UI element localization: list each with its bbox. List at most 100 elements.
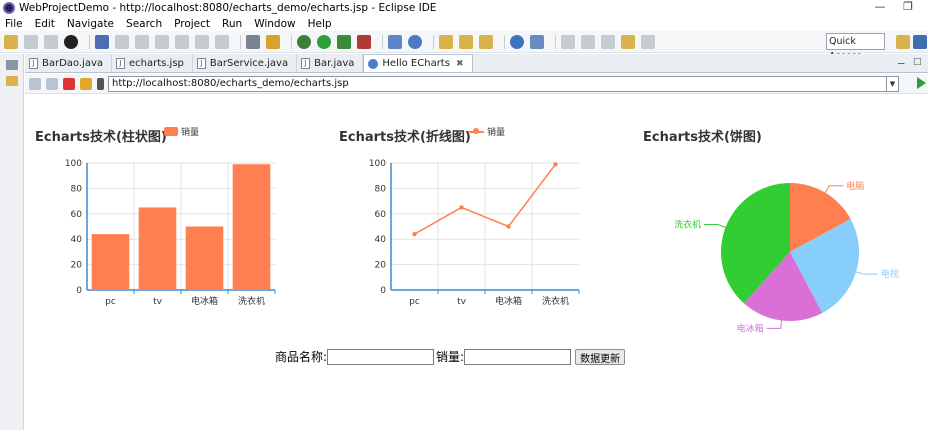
stop-icon[interactable] — [63, 77, 75, 90]
new-server-icon[interactable] — [388, 34, 402, 49]
line-chart-title: Echarts技术(折线图) — [339, 130, 471, 145]
tab-label: BarService.java — [209, 57, 289, 69]
debug-icon[interactable] — [297, 34, 311, 49]
legend-line-symbol — [468, 127, 484, 134]
menu-search[interactable]: Search — [126, 18, 162, 30]
chevron-down-icon[interactable] — [97, 77, 104, 90]
update-data-button[interactable]: 数据更新 — [575, 348, 626, 365]
y-tick-label: 0 — [380, 286, 386, 296]
url-input[interactable]: http://localhost:8080/echarts_demo/echar… — [108, 76, 887, 92]
pie-label: 洗衣机 — [674, 218, 701, 230]
open-perspective-icon[interactable] — [896, 35, 910, 49]
bar-legend[interactable]: 销量 — [164, 125, 199, 138]
step-into-icon[interactable] — [175, 34, 189, 49]
coverage-icon[interactable] — [337, 34, 351, 49]
forward-arrow-icon[interactable] — [46, 77, 58, 90]
tab-echarts-jsp[interactable]: J echarts.jsp — [112, 54, 193, 72]
save-all-icon[interactable] — [44, 34, 58, 49]
menu-edit[interactable]: Edit — [35, 18, 55, 30]
bar — [232, 164, 271, 290]
open-type-icon[interactable] — [439, 34, 453, 49]
pie-label-line — [704, 223, 726, 228]
project-explorer-icon[interactable] — [5, 76, 18, 86]
terminate-icon[interactable] — [155, 34, 169, 49]
x-tick-label: 洗衣机 — [542, 295, 569, 307]
x-tick-label: 洗衣机 — [238, 295, 265, 307]
product-name-input[interactable] — [327, 348, 435, 365]
menu-run[interactable]: Run — [222, 18, 242, 30]
step-over-icon[interactable] — [195, 34, 209, 49]
x-tick-label: 电冰箱 — [495, 295, 522, 307]
maximize-editor-icon[interactable]: □ — [913, 57, 922, 67]
editor-tab-bar: J BarDao.java J echarts.jsp J BarService… — [25, 54, 928, 73]
globe-icon[interactable] — [510, 34, 524, 49]
toolbar-separator — [433, 34, 434, 49]
java-file-icon: J — [196, 57, 206, 69]
y-tick-label: 40 — [375, 235, 387, 245]
wand-icon[interactable] — [266, 34, 280, 49]
pie-label-line — [855, 271, 878, 275]
pen-icon[interactable] — [479, 34, 493, 49]
x-tick-label: tv — [153, 297, 163, 307]
back-arrow-icon[interactable] — [29, 77, 41, 90]
pie-label-line — [824, 185, 844, 193]
pie-label: 电冰箱 — [737, 322, 764, 334]
menu-bar: File Edit Navigate Search Project Run Wi… — [0, 16, 928, 31]
menu-navigate[interactable]: Navigate — [67, 18, 114, 30]
run-icon[interactable] — [317, 34, 331, 49]
tab-barservice-java[interactable]: J BarService.java — [193, 54, 298, 72]
last-edit-icon[interactable] — [601, 34, 615, 49]
format-icon[interactable] — [246, 34, 260, 49]
step-return-icon[interactable] — [215, 34, 229, 49]
close-tab-icon[interactable]: ✖ — [456, 59, 464, 69]
sales-input[interactable] — [464, 348, 572, 365]
update-form: 商品名称: 销量: 数据更新 — [275, 348, 626, 365]
refresh-icon[interactable] — [80, 77, 92, 90]
search-icon[interactable] — [530, 34, 544, 49]
previous-annotation-icon[interactable] — [581, 34, 595, 49]
tab-bar-java[interactable]: J Bar.java — [297, 54, 364, 72]
restore-view-icon[interactable] — [5, 60, 18, 70]
y-tick-label: 100 — [65, 159, 82, 169]
next-annotation-icon[interactable] — [561, 34, 575, 49]
y-tick-label: 100 — [369, 159, 386, 169]
java-file-icon: J — [29, 57, 38, 69]
external-tools-icon[interactable] — [357, 34, 371, 49]
new-icon[interactable] — [4, 34, 18, 49]
y-tick-label: 40 — [71, 235, 83, 245]
menu-file[interactable]: File — [5, 18, 23, 30]
line-legend[interactable]: 销量 — [468, 125, 505, 138]
save-icon[interactable] — [24, 34, 38, 49]
back-icon[interactable] — [621, 34, 635, 49]
tab-bardao-java[interactable]: J BarDao.java — [25, 54, 113, 72]
java-ee-perspective-icon[interactable] — [913, 35, 927, 49]
resume-icon[interactable] — [115, 34, 129, 49]
go-icon[interactable] — [917, 77, 926, 89]
minimize-icon[interactable]: — — [865, 0, 895, 16]
bar-chart-title: Echarts技术(柱状图) — [35, 130, 167, 145]
skip-breakpoints-icon[interactable] — [95, 34, 109, 49]
x-tick-label: pc — [409, 297, 420, 307]
menu-help[interactable]: Help — [308, 18, 332, 30]
forward-icon[interactable] — [641, 34, 655, 49]
url-dropdown-icon[interactable]: ▼ — [887, 76, 899, 92]
suspend-icon[interactable] — [135, 34, 149, 49]
quick-access-field[interactable]: Quick Access — [826, 33, 885, 62]
java-file-icon: J — [301, 57, 311, 69]
browser-toolbar: http://localhost:8080/echarts_demo/echar… — [25, 74, 928, 94]
restore-icon[interactable]: ❐ — [893, 0, 923, 16]
open-task-icon[interactable] — [459, 34, 473, 49]
minimize-editor-icon[interactable]: ⚊ — [897, 57, 905, 67]
user-icon[interactable] — [64, 34, 78, 49]
toolbar-separator — [89, 34, 90, 49]
toolbar-separator — [504, 34, 505, 49]
eclipse-window: WebProjectDemo - http://localhost:8080/e… — [0, 0, 928, 430]
legend-label: 销量 — [181, 128, 200, 138]
line-chart: 0 20 40 60 80 100 pc tv 电冰箱 洗衣机 — [369, 159, 580, 307]
new-class-icon[interactable] — [408, 34, 422, 49]
y-tick-label: 80 — [375, 184, 387, 194]
tab-hello-echarts[interactable]: Hello ECharts ✖ — [363, 54, 473, 72]
menu-project[interactable]: Project — [174, 18, 210, 30]
sales-label: 销量: — [436, 350, 465, 364]
menu-window[interactable]: Window — [254, 18, 295, 30]
